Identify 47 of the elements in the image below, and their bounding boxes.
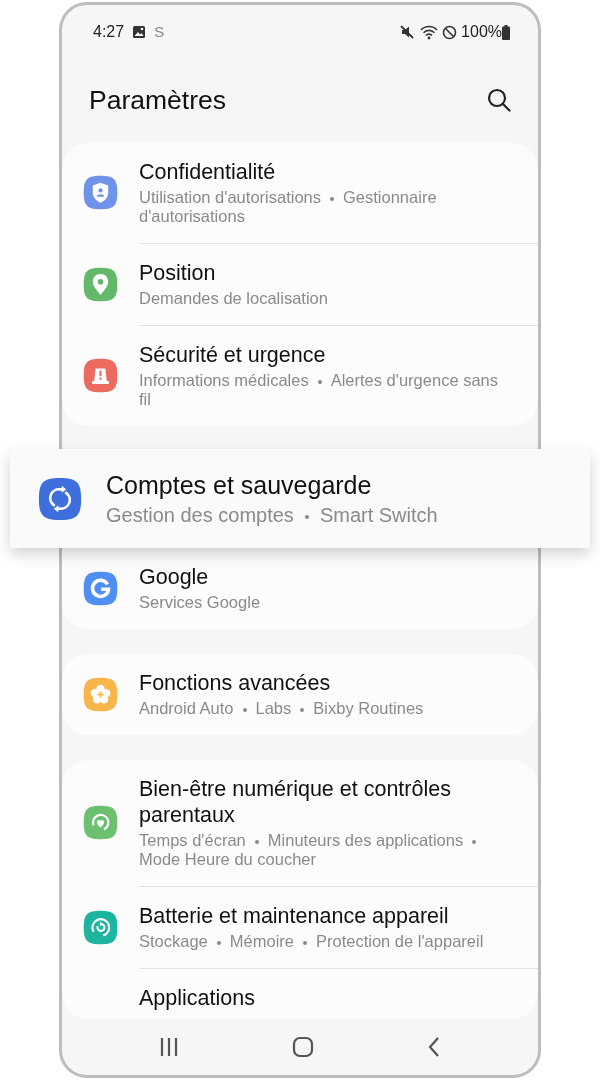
g-logo-icon: [83, 570, 118, 606]
wifi-icon: [419, 24, 440, 40]
mute-icon: [399, 24, 416, 40]
item-subtitle: Android Auto Labs Bixby Routines: [139, 699, 425, 718]
item-subtitle: Utilisation d'autorisations Gestionnaire d'autorisations: [139, 188, 438, 226]
refresh-ring-icon: [83, 909, 118, 945]
item-subtitle: Services Google: [139, 593, 262, 612]
settings-item[interactable]: Confidentialité Utilisation d'autorisations Gestionnaire d'autorisations: [62, 143, 538, 243]
heart-ring-icon: [83, 805, 118, 840]
gallery-icon: [132, 25, 147, 39]
flower-plus-icon: [83, 676, 118, 712]
home-icon[interactable]: [292, 1036, 314, 1058]
item-subtitle: Demandes de localisation: [139, 289, 329, 308]
item-title: Bien-être numérique et contrôles parentaux: [139, 776, 452, 828]
item-subtitle: Gestion des comptes Smart Switch: [106, 503, 439, 527]
settings-item[interactable]: Applications: [139, 968, 538, 1019]
item-title: Fonctions avancées: [139, 670, 332, 696]
item-title: Confidentialité: [139, 159, 277, 185]
settings-item[interactable]: Bien-être numérique et contrôles parentaux Temps d'écran Minuteurs des applications Mode Heure du coucher: [62, 760, 538, 886]
sync-icon: [38, 476, 82, 521]
item-title: Google: [139, 564, 210, 590]
battery-icon: [502, 24, 510, 40]
blocked-icon: [442, 24, 458, 40]
item-title: Comptes et sauvegarde: [106, 470, 373, 500]
settings-item[interactable]: Google Services Google: [62, 548, 538, 629]
item-title: Sécurité et urgence: [139, 342, 327, 368]
settings-item[interactable]: Sécurité et urgence Informations médicales Alertes d'urgence sans fil: [139, 325, 538, 426]
item-subtitle: Stockage Mémoire Protection de l'appareil: [139, 932, 485, 951]
back-icon[interactable]: [427, 1036, 442, 1058]
item-subtitle: Temps d'écran Minuteurs des applications Mode Heure du coucher: [139, 831, 512, 869]
recents-icon[interactable]: [158, 1036, 179, 1058]
battery-percent: 100%: [461, 22, 502, 42]
status-time: 4:27: [93, 22, 125, 42]
search-icon[interactable]: [486, 87, 512, 113]
item-subtitle: Informations médicales Alertes d'urgence sans fil: [139, 371, 499, 409]
settings-item[interactable]: Fonctions avancées Android Auto Labs Bixby Routines: [62, 654, 538, 735]
item-title: Position: [139, 260, 217, 286]
app-glyph: S: [154, 21, 165, 42]
settings-item[interactable]: Batterie et maintenance appareil Stockage Mémoire Protection de l'appareil: [139, 886, 538, 968]
item-title: Batterie et maintenance appareil: [139, 903, 450, 929]
shield-icon: [83, 175, 118, 210]
warning-light-icon: [83, 358, 118, 393]
screen-title: Paramètres: [89, 85, 226, 115]
item-title: Applications: [139, 985, 256, 1011]
highlighted-settings-item[interactable]: Comptes et sauvegarde Gestion des comptes Smart Switch: [10, 449, 590, 548]
location-pin-icon: [83, 266, 118, 302]
settings-item[interactable]: Position Demandes de localisation: [139, 243, 538, 325]
